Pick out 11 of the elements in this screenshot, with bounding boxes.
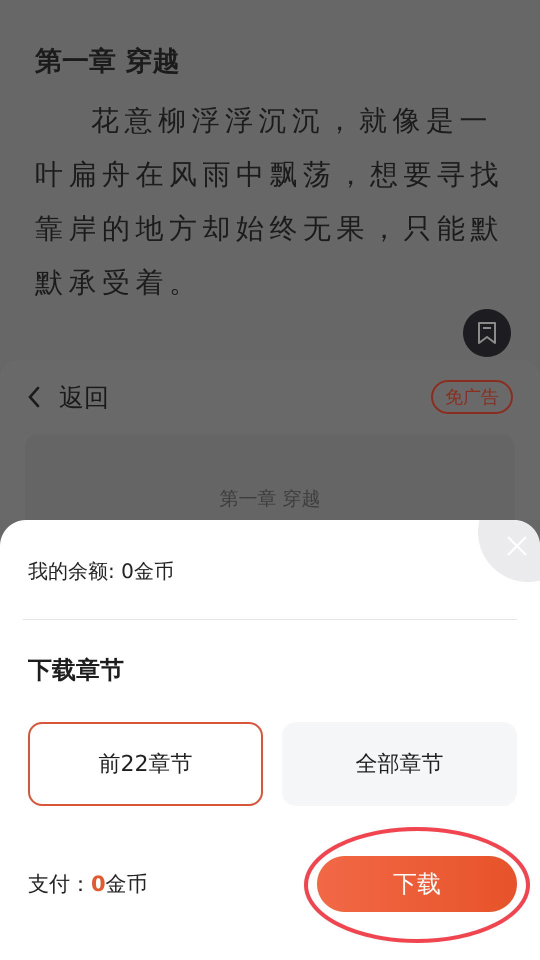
balance-text: 我的余额: 0金币 [28, 558, 175, 585]
bookmark-icon [476, 321, 498, 345]
back-button[interactable]: 返回 [25, 380, 109, 414]
chapter-title: 第一章 穿越 [35, 45, 180, 79]
chapter-option[interactable]: 前22章节 [28, 722, 263, 806]
bookmark-button[interactable] [463, 309, 511, 357]
payment-text: 支付：0金币 [28, 871, 148, 898]
chapter-option[interactable]: 全部章节 [282, 722, 517, 806]
download-button[interactable]: 下载 [317, 856, 517, 912]
chapter-paragraph: 花意柳浮浮沉沉，就像是一叶扁舟在风雨中飘荡，想要寻找靠岸的地方却始终无果，只能默默承受着。 [35, 103, 505, 301]
section-title: 下载章节 [28, 655, 125, 686]
